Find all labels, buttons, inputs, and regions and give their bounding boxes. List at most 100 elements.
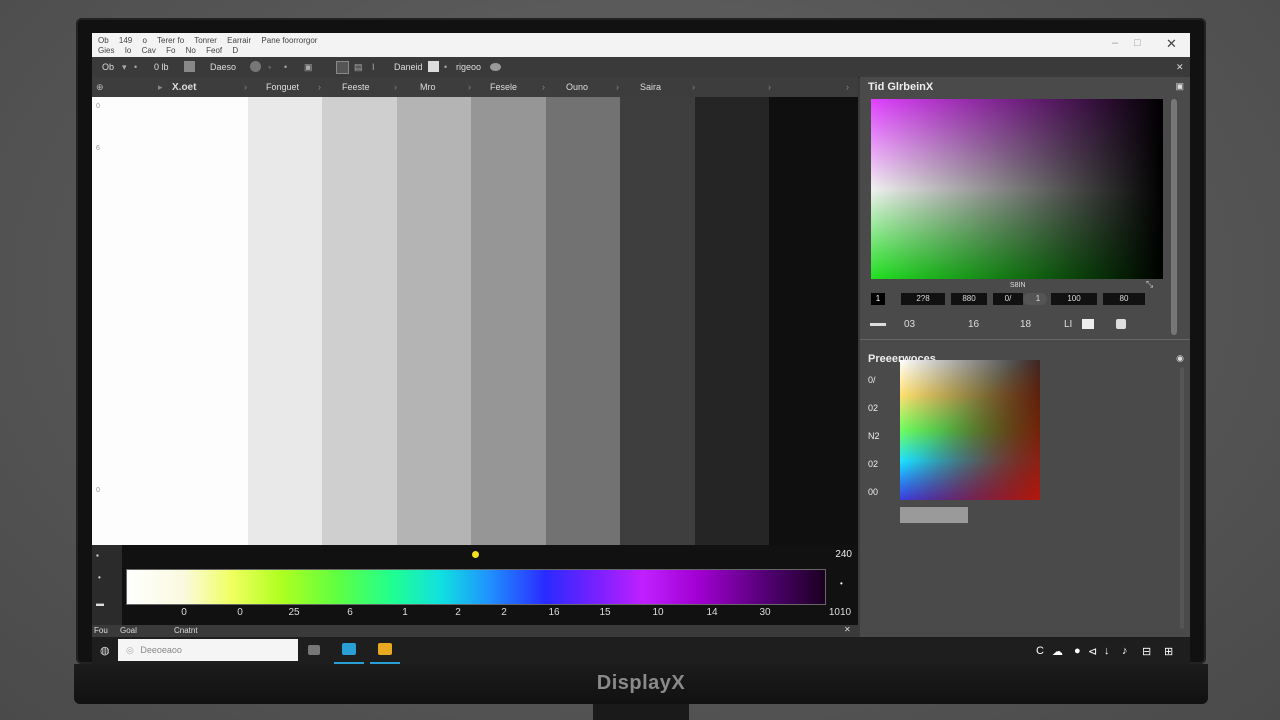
volume-icon[interactable]: ♪ — [1122, 645, 1128, 657]
menu-item[interactable]: Tonrer — [194, 36, 217, 45]
picker-caption: S8IN — [1010, 282, 1026, 289]
dot-icon[interactable]: • — [134, 62, 137, 72]
maximize-button[interactable]: □ — [1134, 37, 1141, 49]
menu-item[interactable]: No — [186, 46, 196, 55]
network-icon[interactable]: ● — [1074, 645, 1081, 657]
dot-icon[interactable]: • — [284, 62, 287, 72]
white-swatch-button[interactable] — [428, 61, 439, 72]
pref-item[interactable]: 02 — [868, 459, 878, 469]
spectrum-marker[interactable] — [472, 551, 479, 558]
search-icon: ◎ — [126, 645, 134, 655]
gray-swatch[interactable] — [900, 507, 968, 523]
rgb-field[interactable]: 880 — [951, 293, 987, 305]
checkbox-icon[interactable] — [1116, 319, 1126, 329]
notification-icon[interactable]: ⊞ — [1164, 645, 1173, 658]
rgb-field[interactable]: 1 — [1031, 293, 1045, 305]
dot-icon[interactable]: • — [444, 62, 447, 72]
line-tool-icon[interactable]: I — [372, 62, 375, 72]
white-swatch-icon[interactable] — [1082, 319, 1094, 329]
tab-item[interactable]: Fesele — [490, 82, 517, 92]
menu-item[interactable]: 149 — [119, 36, 132, 45]
brush-icon[interactable]: ◦ — [268, 62, 271, 72]
menu-item[interactable]: Pane foorrorgor — [261, 36, 317, 45]
menu-item[interactable]: Ob — [98, 36, 109, 45]
rgb-field[interactable]: 0/ — [993, 293, 1023, 305]
close-button[interactable]: ✕ — [1166, 36, 1177, 52]
tab-item[interactable]: Ouno — [566, 82, 588, 92]
color-panel-scrollbar[interactable] — [1171, 99, 1177, 335]
tab-item[interactable]: Feeste — [342, 82, 370, 92]
tab-separator-icon: › — [394, 82, 397, 92]
arrow-icon[interactable]: ⊲ — [1088, 645, 1097, 658]
toolbar-item[interactable]: Daneid — [394, 62, 423, 72]
tab-item[interactable]: X.oet — [172, 82, 196, 93]
rgb-field[interactable]: 2?8 — [901, 293, 945, 305]
status-close-icon[interactable]: ✕ — [844, 625, 851, 634]
tray-icon[interactable]: C — [1036, 645, 1044, 657]
text-tool-icon[interactable]: ▤ — [354, 62, 363, 73]
minimize-button[interactable]: – — [1112, 37, 1118, 49]
toolbar-item[interactable]: Ob — [102, 62, 114, 72]
pin-icon[interactable]: ▪ — [96, 551, 99, 560]
pref-item[interactable]: 02 — [868, 403, 878, 413]
minus-icon[interactable]: ▬ — [96, 599, 104, 608]
resize-icon[interactable]: ⤡ — [1146, 279, 1153, 290]
dropdown-arrow-icon[interactable]: ▾ — [122, 62, 127, 73]
prefs-scrollbar[interactable] — [1180, 367, 1184, 629]
pref-item[interactable]: 00 — [868, 487, 878, 497]
color-grid-swatch[interactable] — [900, 360, 1040, 500]
rgb-value-row: 1 2?8 880 0/ 1 100 80 — [871, 293, 1163, 305]
rgb-field[interactable]: 100 — [1051, 293, 1097, 305]
color-swatch-button[interactable] — [184, 61, 195, 72]
dot-icon[interactable]: • — [98, 573, 101, 582]
menu-item[interactable]: Feof — [206, 46, 222, 55]
menu-item[interactable]: o — [143, 36, 147, 45]
spectrum-sidebar: ▪ • ▬ — [92, 545, 122, 625]
toggle-icon[interactable] — [490, 63, 501, 71]
rgb-field[interactable]: 1 — [871, 293, 885, 305]
spectrum-gradient-bar[interactable] — [126, 569, 826, 605]
spectrum-tick: 0 — [181, 607, 187, 618]
square-icon[interactable]: ▣ — [304, 62, 313, 73]
toolbar-item[interactable]: rigeoo — [456, 62, 481, 72]
tab-expand-icon[interactable]: › — [846, 82, 849, 92]
start-icon[interactable]: ◍ — [100, 644, 110, 657]
menu-item[interactable]: D — [232, 46, 238, 55]
menu-item[interactable]: Gies — [98, 46, 114, 55]
tab-separator-icon: ▸ — [158, 82, 163, 92]
toolbar-item[interactable]: Daeso — [210, 62, 236, 72]
menu-item[interactable]: Cav — [142, 46, 156, 55]
app-icon-explorer[interactable] — [342, 643, 356, 655]
panel-menu-icon[interactable]: ▣ — [1175, 81, 1184, 92]
screen: Ob 149 o Terer fo Tonrer Earrair Pane fo… — [92, 33, 1190, 665]
tab-separator-icon: › — [468, 82, 471, 92]
color-value: 18 — [1020, 319, 1032, 330]
pref-item[interactable]: 0/ — [868, 375, 876, 385]
toolbar-close-icon[interactable]: ✕ — [1176, 62, 1184, 73]
toolbar-item[interactable]: 0 lb — [154, 62, 169, 72]
tab-item[interactable]: Mro — [420, 82, 436, 92]
tab-settings-icon[interactable]: ⊕ — [96, 82, 104, 93]
search-input[interactable]: ◎ Deeoeaoo — [118, 639, 298, 661]
download-icon[interactable]: ↓ — [1104, 645, 1110, 657]
menu-item[interactable]: Terer fo — [157, 36, 184, 45]
task-view-icon[interactable] — [308, 645, 320, 655]
tab-separator-icon: › — [692, 82, 695, 92]
status-item: Cnatnt — [174, 626, 198, 635]
rgb-field[interactable]: 80 — [1103, 293, 1145, 305]
menu-item[interactable]: Earrair — [227, 36, 251, 45]
circle-tool-icon[interactable] — [250, 61, 261, 72]
tab-item[interactable]: Saira — [640, 82, 661, 92]
menu-item[interactable]: Io — [125, 46, 132, 55]
panel-menu-icon[interactable]: ◉ — [1176, 353, 1184, 364]
menu-item[interactable]: Fo — [166, 46, 175, 55]
minus-icon[interactable] — [870, 323, 886, 326]
cloud-icon[interactable]: ☁ — [1052, 645, 1063, 658]
layer-icon[interactable] — [336, 61, 349, 74]
pref-item[interactable]: N2 — [868, 431, 880, 441]
app-icon-folder[interactable] — [378, 643, 392, 655]
battery-icon[interactable]: ⊟ — [1142, 645, 1151, 658]
grayscale-canvas[interactable] — [92, 97, 858, 545]
color-picker-field[interactable] — [871, 99, 1163, 279]
tab-item[interactable]: Fonguet — [266, 82, 299, 92]
